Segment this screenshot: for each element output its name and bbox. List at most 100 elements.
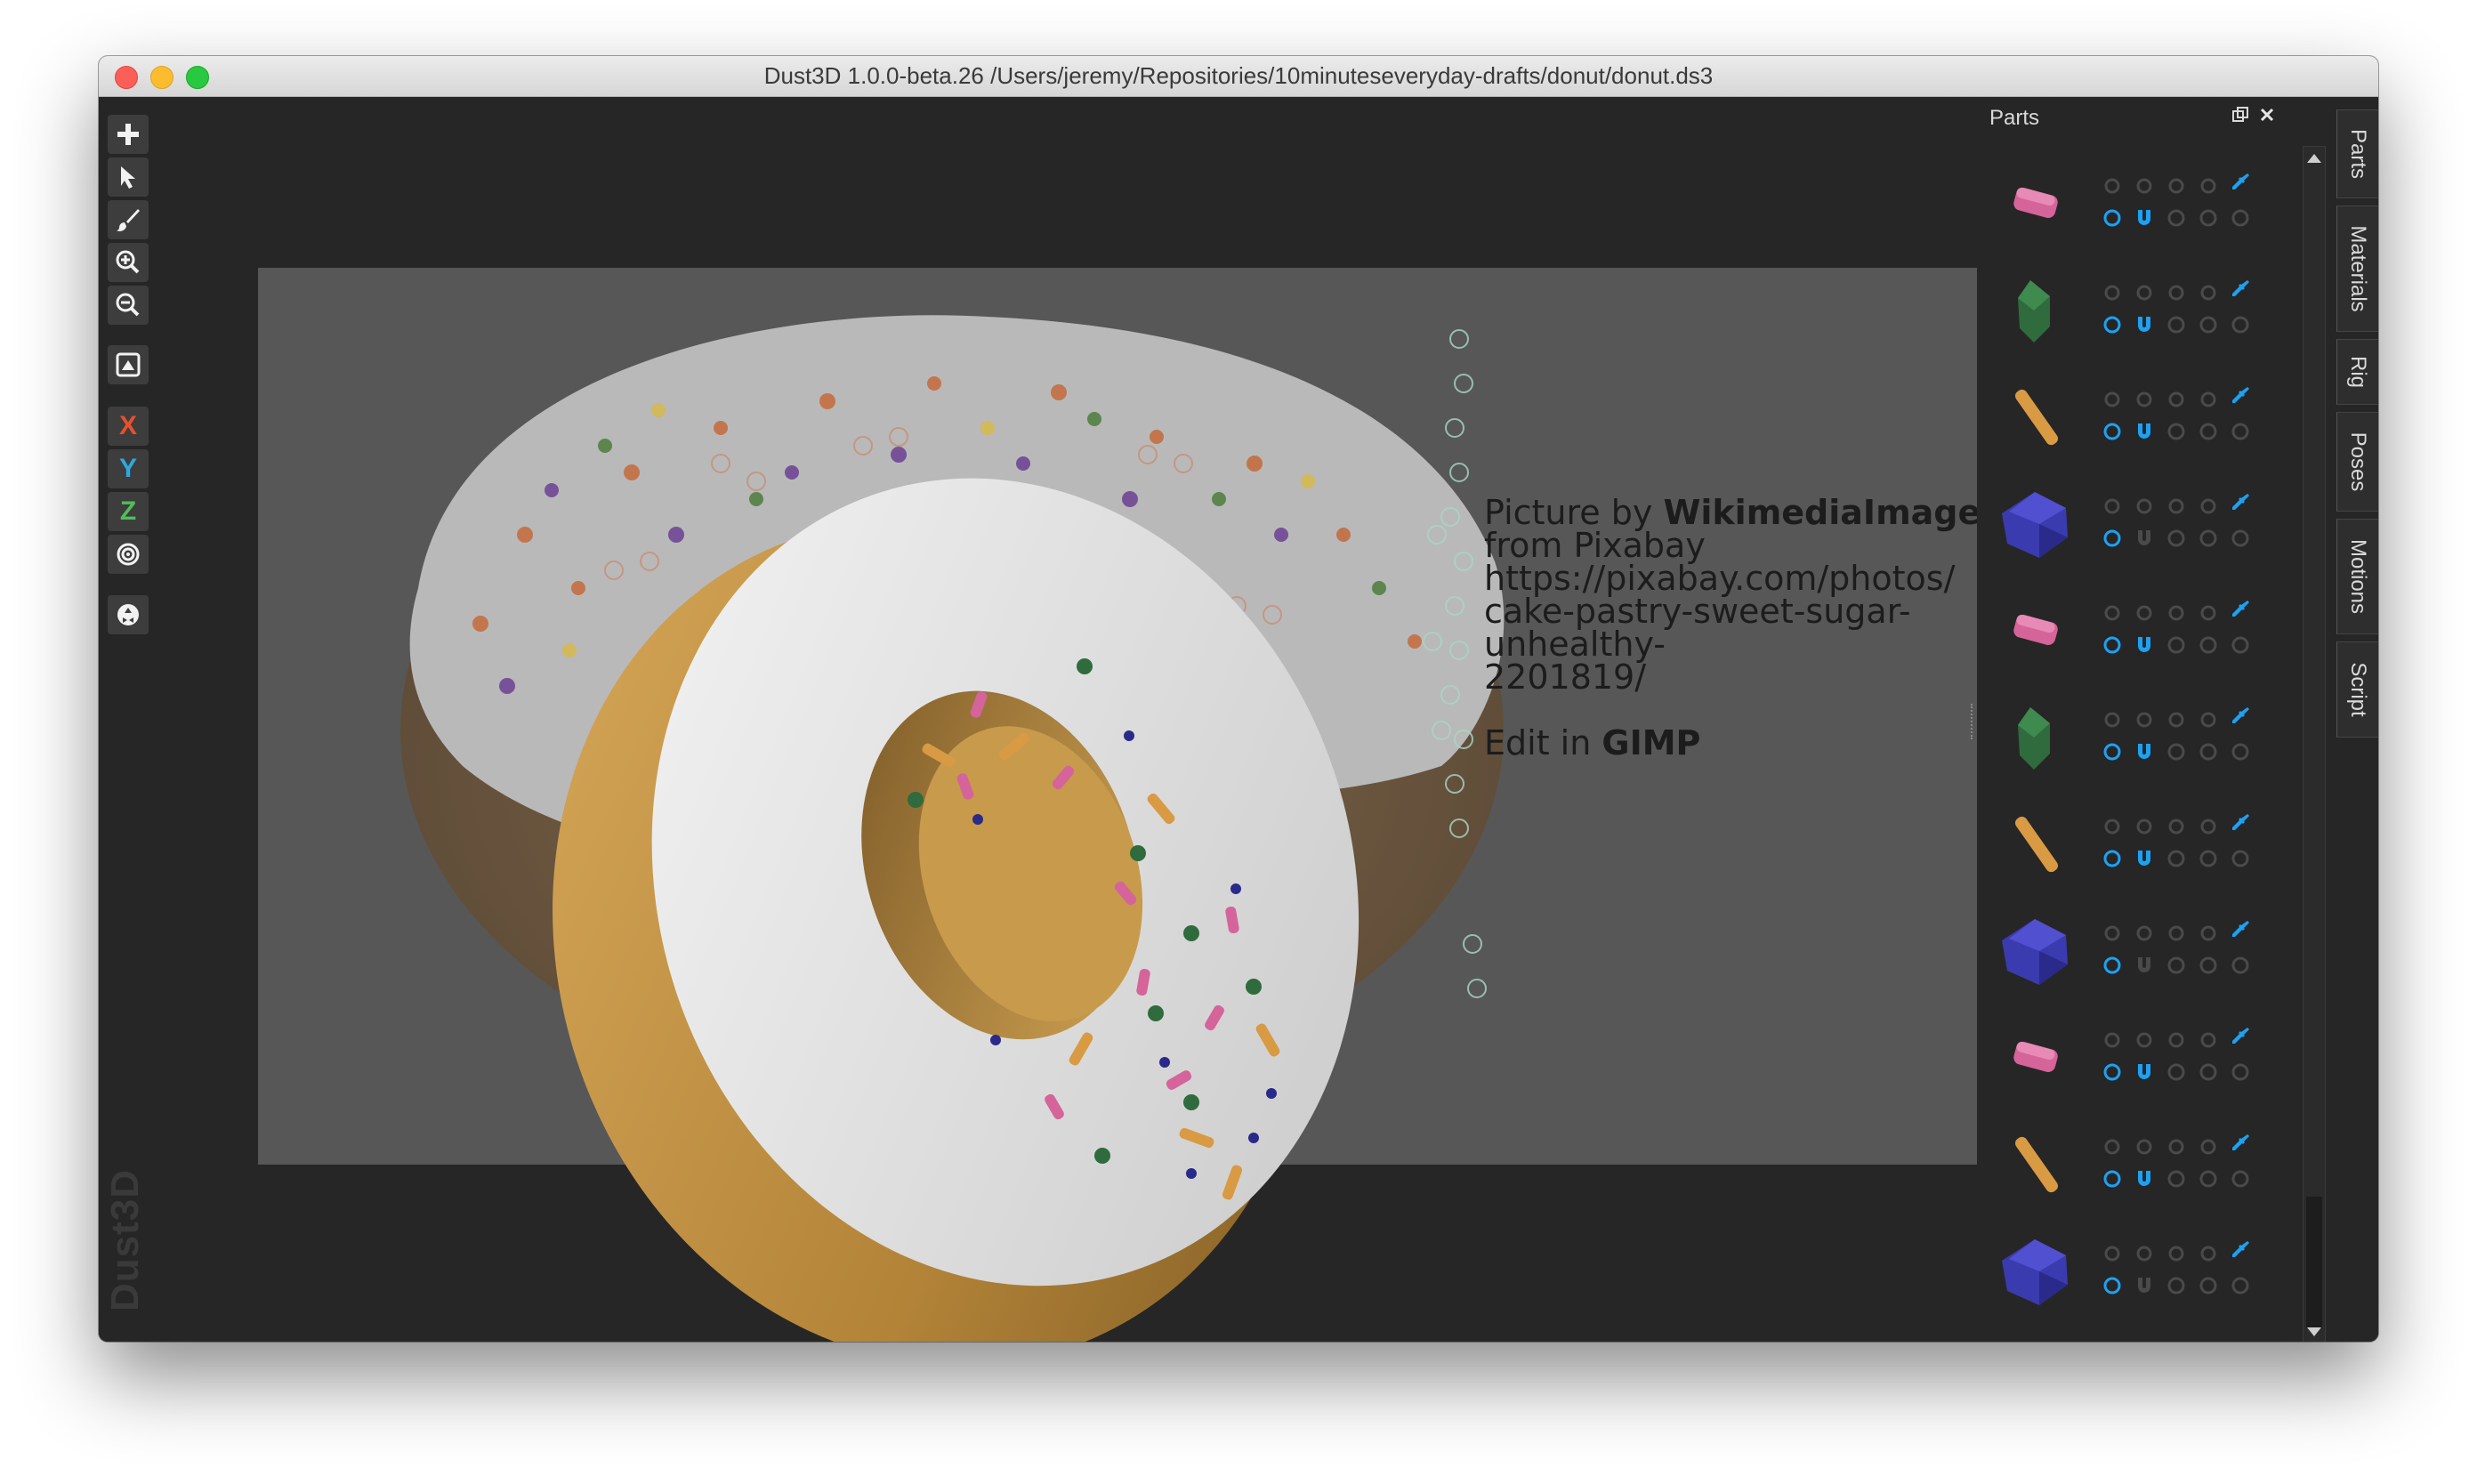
mirror-icon[interactable] <box>2134 634 2155 656</box>
zoom-in-button[interactable] <box>108 243 149 282</box>
link-icon[interactable] <box>2166 496 2187 517</box>
part-thumbnail-orange-sprinkle[interactable] <box>1995 809 2075 880</box>
float-panel-icon[interactable] <box>2231 106 2249 124</box>
chamfer-icon[interactable] <box>2166 1168 2187 1190</box>
link-icon[interactable] <box>2166 282 2187 303</box>
select-tool-button[interactable] <box>108 157 149 197</box>
lock-icon[interactable] <box>2134 496 2155 517</box>
add-tool-button[interactable] <box>108 115 149 154</box>
cut-icon[interactable] <box>2230 528 2251 549</box>
color-picker-icon[interactable] <box>2230 706 2251 727</box>
mirror-icon[interactable] <box>2134 741 2155 762</box>
rotate-icon[interactable] <box>2198 1275 2219 1296</box>
mirror-icon[interactable] <box>2134 848 2155 869</box>
visibility-icon[interactable] <box>2102 816 2123 837</box>
lock-icon[interactable] <box>2134 602 2155 624</box>
deform-icon[interactable] <box>2198 1029 2219 1051</box>
lock-icon[interactable] <box>2134 1029 2155 1051</box>
deform-icon[interactable] <box>2198 1243 2219 1264</box>
lock-icon[interactable] <box>2134 389 2155 410</box>
chamfer-icon[interactable] <box>2166 848 2187 869</box>
cut-icon[interactable] <box>2230 955 2251 976</box>
deform-icon[interactable] <box>2198 282 2219 303</box>
chamfer-icon[interactable] <box>2166 207 2187 229</box>
y-axis-button[interactable]: Y <box>108 449 149 488</box>
tab-motions[interactable]: Motions <box>2336 519 2378 634</box>
link-icon[interactable] <box>2166 816 2187 837</box>
lock-icon[interactable] <box>2134 175 2155 197</box>
part-thumbnail-pink-sprinkle[interactable] <box>1995 168 2075 239</box>
visibility-icon[interactable] <box>2102 709 2123 730</box>
part-thumbnail-green-sprinkle[interactable] <box>1995 702 2075 773</box>
lock-icon[interactable] <box>2134 282 2155 303</box>
chamfer-icon[interactable] <box>2166 314 2187 335</box>
rotate-icon[interactable] <box>2198 421 2219 442</box>
mirror-icon[interactable] <box>2134 1275 2155 1296</box>
rotate-icon[interactable] <box>2198 955 2219 976</box>
scroll-down-arrow[interactable] <box>2307 1327 2321 1336</box>
part-thumbnail-pink-sprinkle[interactable] <box>1995 595 2075 666</box>
link-icon[interactable] <box>2166 1136 2187 1157</box>
subdivide-icon[interactable] <box>2102 207 2123 229</box>
tab-script[interactable]: Script <box>2336 641 2378 738</box>
color-picker-icon[interactable] <box>2230 919 2251 940</box>
rotate-icon[interactable] <box>2198 741 2219 762</box>
part-row[interactable] <box>1995 791 2262 889</box>
link-icon[interactable] <box>2166 1029 2187 1051</box>
zoom-out-button[interactable] <box>108 286 149 325</box>
parts-scrollbar[interactable] <box>2303 146 2326 1342</box>
color-picker-icon[interactable] <box>2230 385 2251 407</box>
rotate-icon[interactable] <box>2198 634 2219 656</box>
chamfer-icon[interactable] <box>2166 741 2187 762</box>
panel-splitter[interactable] <box>1971 704 1976 739</box>
deform-icon[interactable] <box>2198 709 2219 730</box>
tab-rig[interactable]: Rig <box>2336 339 2378 405</box>
rotate-icon[interactable] <box>2198 528 2219 549</box>
color-picker-icon[interactable] <box>2230 1133 2251 1154</box>
cut-icon[interactable] <box>2230 1168 2251 1190</box>
visibility-icon[interactable] <box>2102 1136 2123 1157</box>
deform-icon[interactable] <box>2198 1136 2219 1157</box>
visibility-icon[interactable] <box>2102 496 2123 517</box>
paint-tool-button[interactable] <box>108 200 149 239</box>
scrollbar-thumb[interactable] <box>2306 1197 2322 1328</box>
part-row[interactable] <box>1995 898 2262 996</box>
part-thumbnail-blue-ball[interactable] <box>1995 1236 2075 1307</box>
color-picker-icon[interactable] <box>2230 278 2251 300</box>
chamfer-icon[interactable] <box>2166 528 2187 549</box>
lock-icon[interactable] <box>2134 709 2155 730</box>
cut-icon[interactable] <box>2230 207 2251 229</box>
deform-icon[interactable] <box>2198 175 2219 197</box>
part-thumbnail-blue-ball[interactable] <box>1995 915 2075 987</box>
visibility-icon[interactable] <box>2102 1029 2123 1051</box>
subdivide-icon[interactable] <box>2102 421 2123 442</box>
subdivide-icon[interactable] <box>2102 528 2123 549</box>
color-picker-icon[interactable] <box>2230 1026 2251 1047</box>
x-axis-button[interactable]: X <box>108 407 149 446</box>
lock-icon[interactable] <box>2134 1243 2155 1264</box>
visibility-icon[interactable] <box>2102 602 2123 624</box>
visibility-icon[interactable] <box>2102 175 2123 197</box>
part-row[interactable] <box>1995 684 2262 782</box>
close-panel-icon[interactable] <box>2258 106 2276 124</box>
visibility-icon[interactable] <box>2102 282 2123 303</box>
cut-icon[interactable] <box>2230 314 2251 335</box>
part-thumbnail-green-sprinkle[interactable] <box>1995 275 2075 346</box>
part-row[interactable] <box>1995 150 2262 248</box>
tab-parts[interactable]: Parts <box>2336 109 2378 198</box>
link-icon[interactable] <box>2166 389 2187 410</box>
mirror-icon[interactable] <box>2134 207 2155 229</box>
cut-icon[interactable] <box>2230 1275 2251 1296</box>
cut-icon[interactable] <box>2230 741 2251 762</box>
link-icon[interactable] <box>2166 1243 2187 1264</box>
visibility-icon[interactable] <box>2102 389 2123 410</box>
cut-icon[interactable] <box>2230 634 2251 656</box>
part-row[interactable] <box>1995 1111 2262 1209</box>
part-row[interactable] <box>1995 577 2262 675</box>
mirror-icon[interactable] <box>2134 955 2155 976</box>
radial-button[interactable] <box>108 535 149 574</box>
reference-image-button[interactable] <box>108 345 149 384</box>
color-picker-icon[interactable] <box>2230 812 2251 834</box>
chamfer-icon[interactable] <box>2166 955 2187 976</box>
part-thumbnail-orange-sprinkle[interactable] <box>1995 1129 2075 1200</box>
